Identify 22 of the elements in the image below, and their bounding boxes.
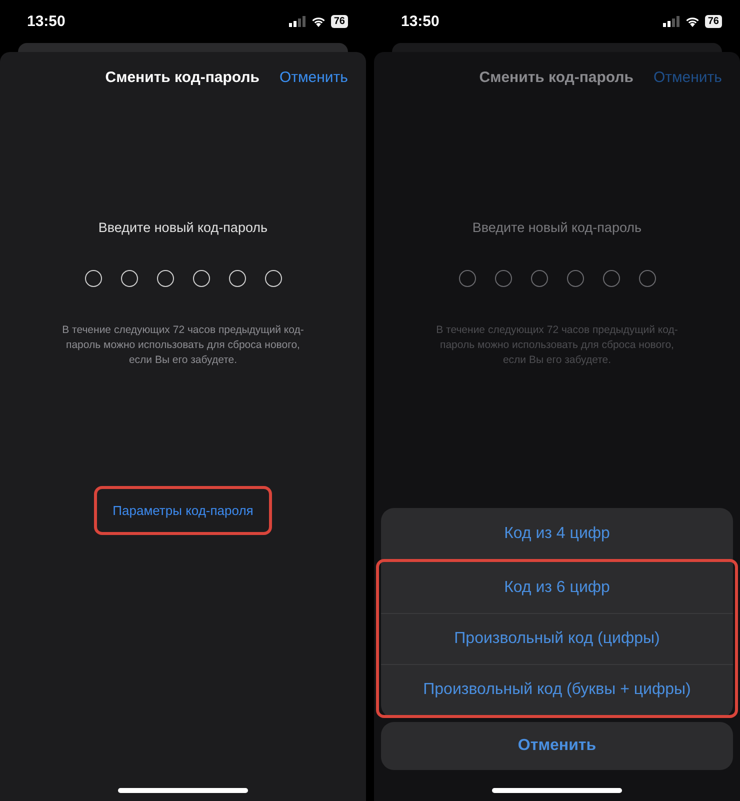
sheet-title: Сменить код-пароль xyxy=(479,68,634,86)
signal-icon xyxy=(288,16,306,27)
wifi-icon xyxy=(684,16,700,27)
cancel-button[interactable]: Отменить xyxy=(381,722,733,770)
wifi-icon xyxy=(310,16,326,27)
action-sheet-option[interactable]: Код из 4 цифр xyxy=(381,508,733,559)
passcode-prompt: Введите новый код-пароль xyxy=(472,220,642,235)
status-time: 13:50 xyxy=(401,13,440,30)
sheet-title: Сменить код-пароль xyxy=(105,68,260,86)
cancel-link[interactable]: Отменить xyxy=(279,68,348,86)
cancel-link[interactable]: Отменить xyxy=(653,68,722,86)
hint-text: В течение следующих 72 часов предыдущий код-пароль можно использовать для сброса нового, если Вы его забудете. xyxy=(435,323,679,368)
action-sheet-option[interactable]: Код из 6 цифр xyxy=(381,562,733,613)
passcode-prompt: Введите новый код-пароль xyxy=(98,220,268,235)
battery-icon: 76 xyxy=(704,15,722,28)
signal-icon xyxy=(662,16,680,27)
action-sheet-option[interactable]: Произвольный код (буквы + цифры) xyxy=(381,664,733,715)
hint-text: В течение следующих 72 часов предыдущий код-пароль можно использовать для сброса нового, если Вы его забудете. xyxy=(61,323,305,368)
status-time: 13:50 xyxy=(27,13,66,30)
passcode-options-link[interactable]: Параметры код-пароля xyxy=(94,486,272,535)
action-sheet-option[interactable]: Произвольный код (цифры) xyxy=(381,613,733,664)
battery-icon: 76 xyxy=(330,15,348,28)
